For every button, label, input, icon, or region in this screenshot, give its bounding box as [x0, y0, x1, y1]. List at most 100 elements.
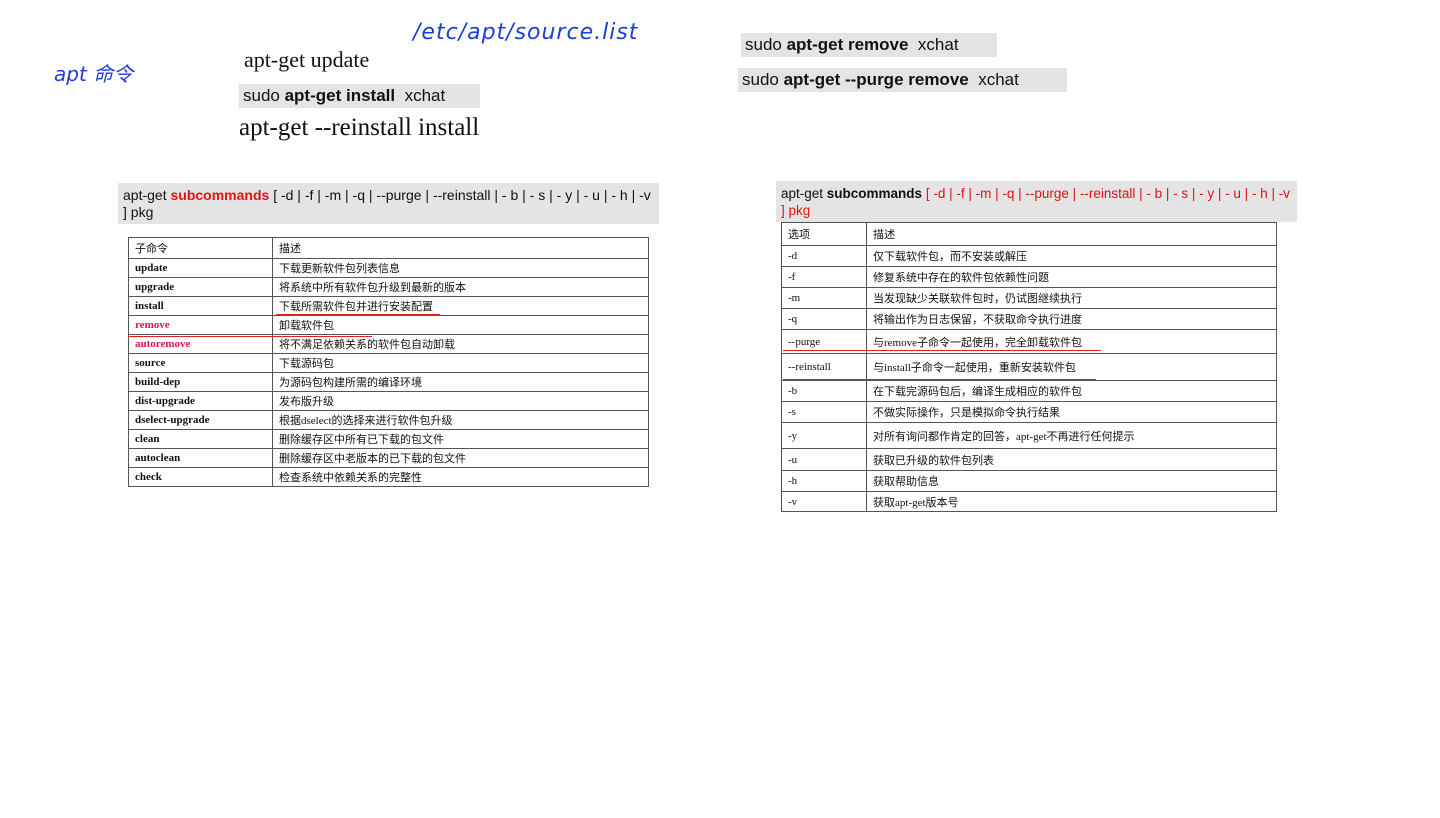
option-cell: -v	[781, 491, 867, 512]
description-cell: 与install子命令一起使用，重新安装软件包	[866, 353, 1277, 381]
subcommand-cell: autoremove	[128, 334, 273, 354]
table-row: -u 获取已升级的软件包列表	[781, 448, 1277, 471]
sudo-prefix: sudo	[742, 70, 784, 89]
command-arg: xchat	[404, 86, 446, 105]
option-cell: --reinstall	[781, 353, 867, 381]
handwritten-apt-note: apt 命令	[54, 62, 134, 86]
description-cell: 卸载软件包	[272, 315, 649, 335]
description-cell: 为源码包构建所需的编译环境	[272, 372, 649, 392]
command-name: apt-get remove	[786, 35, 909, 54]
subcommand-cell: remove	[128, 315, 273, 335]
red-underline	[276, 314, 440, 315]
description-cell: 获取apt-get版本号	[866, 491, 1277, 512]
command-name: apt-get --purge remove	[783, 70, 969, 89]
table-row: -f 修复系统中存在的软件包依赖性问题	[781, 266, 1277, 288]
header-cell: 选项	[781, 222, 867, 246]
description-cell: 仅下载软件包，而不安装或解压	[866, 245, 1277, 267]
table-row: -s 不做实际操作，只是模拟命令执行结果	[781, 401, 1277, 423]
table-row: autoremove 将不满足依赖关系的软件包自动卸载	[128, 334, 649, 354]
command-arg: xchat	[978, 70, 1019, 89]
command-arg: xchat	[917, 35, 959, 54]
table-row: --reinstall 与install子命令一起使用，重新安装软件包	[781, 353, 1277, 381]
subcommand-cell: clean	[128, 429, 273, 449]
description-cell: 将不满足依赖关系的软件包自动卸载	[272, 334, 649, 354]
option-cell: -u	[781, 448, 867, 471]
table-row: clean 删除缓存区中所有已下载的包文件	[128, 429, 649, 449]
table-row: -m 当发现缺少关联软件包时，仍试图继续执行	[781, 287, 1277, 309]
option-cell: -b	[781, 380, 867, 402]
header-cell: 描述	[866, 222, 1277, 246]
description-cell: 将输出作为日志保留，不获取命令执行进度	[866, 308, 1277, 330]
red-underline	[128, 336, 372, 337]
table-header-row: 子命令 描述	[128, 237, 649, 259]
table-row: autoclean 删除缓存区中老版本的已下载的包文件	[128, 448, 649, 468]
table-row: dselect-upgrade 根据dselect的选择来进行软件包升级	[128, 410, 649, 430]
description-cell: 删除缓存区中老版本的已下载的包文件	[272, 448, 649, 468]
table-row: build-dep 为源码包构建所需的编译环境	[128, 372, 649, 392]
apt-purge-remove-command: sudo apt-get --purge remove xchat	[738, 68, 1067, 92]
description-cell: 下载所需软件包并进行安装配置	[272, 296, 649, 316]
description-cell: 下载更新软件包列表信息	[272, 258, 649, 278]
description-cell: 获取已升级的软件包列表	[866, 448, 1277, 471]
table-row: -d 仅下载软件包，而不安装或解压	[781, 245, 1277, 267]
option-table: 选项 描述 -d 仅下载软件包，而不安装或解压 -f 修复系统中存在的软件包依赖性问…	[781, 222, 1277, 512]
description-cell: 对所有询问都作肯定的回答，apt-get不再进行任何提示	[866, 422, 1277, 449]
apt-remove-command: sudo apt-get remove xchat	[741, 33, 997, 57]
table-row: remove 卸载软件包	[128, 315, 649, 335]
header-cell: 描述	[272, 237, 649, 259]
description-cell: 删除缓存区中所有已下载的包文件	[272, 429, 649, 449]
right-synopsis: apt-get subcommands [ -d | -f | -m | -q …	[776, 181, 1297, 222]
description-cell: 在下载完源码包后，编译生成相应的软件包	[866, 380, 1277, 402]
sudo-prefix: sudo	[243, 86, 285, 105]
description-cell: 将系统中所有软件包升级到最新的版本	[272, 277, 649, 297]
option-cell: -m	[781, 287, 867, 309]
subcommand-cell: dist-upgrade	[128, 391, 273, 411]
apt-reinstall-command: apt-get --reinstall install	[239, 114, 480, 141]
table-row: -h 获取帮助信息	[781, 470, 1277, 492]
subcommand-table: 子命令 描述 update 下载更新软件包列表信息 upgrade 将系统中所有软件…	[128, 237, 649, 487]
table-row: -q 将输出作为日志保留，不获取命令执行进度	[781, 308, 1277, 330]
red-underline	[783, 350, 1101, 351]
subcommand-cell: build-dep	[128, 372, 273, 392]
table-row: source 下载源码包	[128, 353, 649, 373]
synopsis-keyword: subcommands	[170, 187, 270, 203]
description-cell: 下载源码包	[272, 353, 649, 373]
table-row: -y 对所有询问都作肯定的回答，apt-get不再进行任何提示	[781, 422, 1277, 449]
apt-install-command: sudo apt-get install xchat	[239, 84, 480, 108]
table-row: install 下载所需软件包并进行安装配置	[128, 296, 649, 316]
subcommand-cell: upgrade	[128, 277, 273, 297]
subcommand-cell: source	[128, 353, 273, 373]
option-cell: -h	[781, 470, 867, 492]
header-cell: 子命令	[128, 237, 273, 259]
option-cell: -q	[781, 308, 867, 330]
description-cell: 不做实际操作，只是模拟命令执行结果	[866, 401, 1277, 423]
subcommand-cell: check	[128, 467, 273, 487]
table-row: -v 获取apt-get版本号	[781, 491, 1277, 512]
description-cell: 修复系统中存在的软件包依赖性问题	[866, 266, 1277, 288]
subcommand-cell: autoclean	[128, 448, 273, 468]
description-cell: 当发现缺少关联软件包时，仍试图继续执行	[866, 287, 1277, 309]
handwritten-path-note: /etc/apt/source.list	[413, 20, 639, 45]
description-cell: 发布版升级	[272, 391, 649, 411]
subcommand-cell: install	[128, 296, 273, 316]
table-row: update 下载更新软件包列表信息	[128, 258, 649, 278]
option-cell: -f	[781, 266, 867, 288]
left-synopsis: apt-get subcommands [ -d | -f | -m | -q …	[118, 183, 659, 224]
red-underline	[128, 277, 404, 278]
description-cell: 检查系统中依赖关系的完整性	[272, 467, 649, 487]
option-cell: -d	[781, 245, 867, 267]
synopsis-prefix: apt-get	[123, 187, 171, 203]
option-cell: -s	[781, 401, 867, 423]
synopsis-keyword: subcommands	[826, 186, 923, 201]
subcommand-cell: update	[128, 258, 273, 278]
table-header-row: 选项 描述	[781, 222, 1277, 246]
command-name: apt-get install	[284, 86, 396, 105]
red-underline	[783, 379, 1096, 380]
table-row: -b 在下载完源码包后，编译生成相应的软件包	[781, 380, 1277, 402]
description-cell: 获取帮助信息	[866, 470, 1277, 492]
table-row: upgrade 将系统中所有软件包升级到最新的版本	[128, 277, 649, 297]
description-cell: 根据dselect的选择来进行软件包升级	[272, 410, 649, 430]
sudo-prefix: sudo	[745, 35, 787, 54]
subcommand-cell: dselect-upgrade	[128, 410, 273, 430]
table-row: check 检查系统中依赖关系的完整性	[128, 467, 649, 487]
